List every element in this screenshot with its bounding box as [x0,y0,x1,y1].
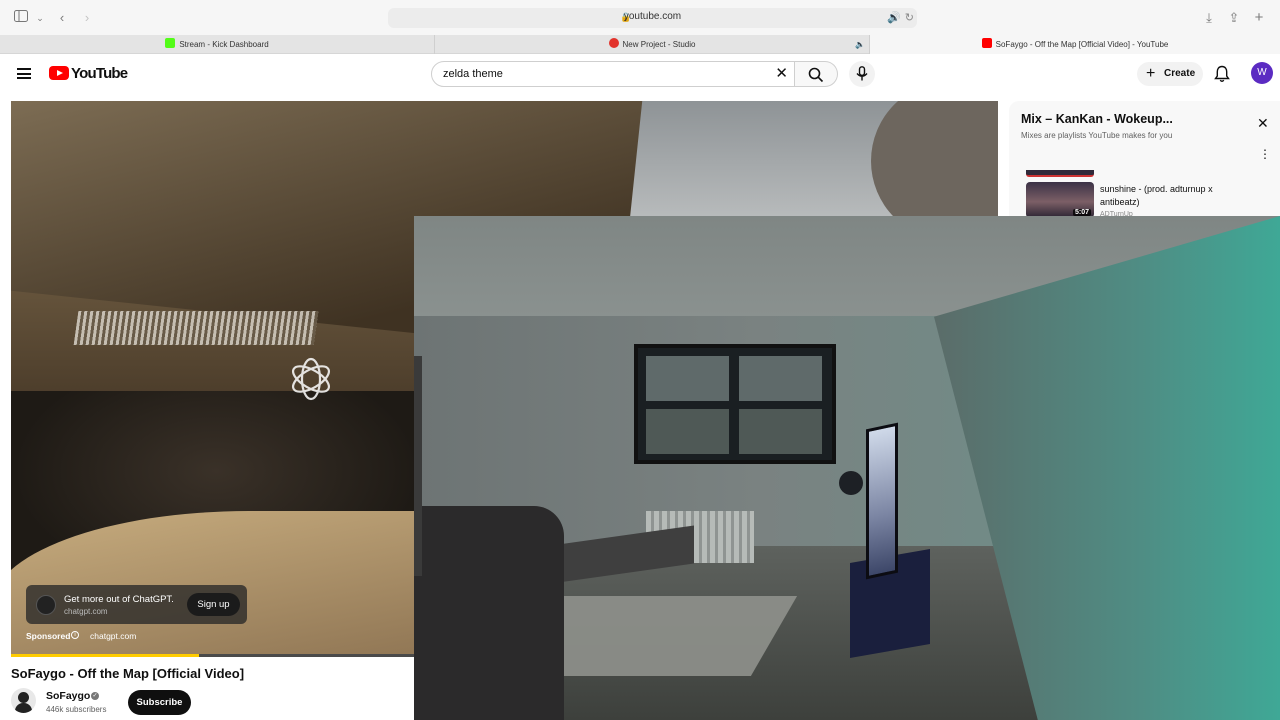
verified-icon: ✓ [91,692,99,700]
browser-toolbar: ⌄ ‹ › 🔒 youtube.com 🔊 ↻ ⤓ ⇪ + [0,0,1280,35]
video-title: SoFaygo - Off the Map [Official Video] [11,666,245,681]
youtube-header: YouTube zelda theme ✕ + Create W [0,54,1280,94]
duration-badge: 5:07 [1072,209,1091,216]
cam-left-edge [414,356,422,576]
mix-playlist-panel: Mix – KanKan - Wokeup... Mixes are playl… [1009,101,1280,218]
voice-search-button[interactable] [849,61,875,87]
mix-subtitle: Mixes are playlists YouTube makes for yo… [1021,131,1173,140]
ad-overlay[interactable]: Get more out of ChatGPT. chatgpt.com Sig… [26,585,247,624]
back-icon[interactable]: ‹ [53,9,71,27]
webcam-overlay [414,216,1280,720]
address-bar[interactable]: 🔒 youtube.com 🔊 ↻ [388,8,917,28]
notifications-bell-icon[interactable] [1214,65,1232,83]
clear-icon[interactable]: ✕ [775,65,788,83]
more-vertical-icon[interactable]: ⋮ [1259,147,1271,161]
cam-sofa [414,506,564,720]
tab-youtube[interactable]: SoFaygo - Off the Map [Official Video] -… [870,35,1280,54]
mix-item-title[interactable]: sunshine - (prod. adturnup x antibeatz) [1100,183,1240,209]
youtube-icon [981,38,992,48]
cam-fan [839,471,863,495]
ad-domain: chatgpt.com [64,607,108,616]
speaker-icon[interactable]: 🔊 [887,11,901,24]
search-value: zelda theme [443,68,503,80]
video-grille [73,311,319,345]
chatgpt-logo-icon [292,357,330,401]
tab-label: New Project - Studio [622,40,696,49]
kick-icon [165,38,176,48]
subscribe-button[interactable]: Subscribe [128,690,191,715]
info-icon[interactable]: i [71,631,79,639]
download-icon[interactable]: ⤓ [1200,9,1218,27]
studio-icon [608,38,619,48]
search-icon [808,67,824,83]
tab-label: SoFaygo - Off the Map [Official Video] -… [995,40,1169,49]
tab-studio[interactable]: New Project - Studio 🔈 [435,35,870,54]
mute-icon[interactable]: 🔈 [855,35,865,54]
ad-brand-icon [36,595,56,615]
search-input[interactable]: zelda theme ✕ [431,61,795,87]
plus-icon: + [1146,65,1156,82]
create-label: Create [1164,68,1196,79]
create-button[interactable]: + Create [1137,62,1203,86]
search-button[interactable] [795,61,838,87]
sponsored-domain[interactable]: chatgpt.com [90,631,136,641]
youtube-logo-text[interactable]: YouTube [71,65,128,82]
mix-item-thumbnail[interactable]: 5:07 [1026,182,1094,218]
chevron-down-icon[interactable]: ⌄ [31,9,49,27]
reload-icon[interactable]: ↻ [905,11,914,24]
previous-item-thumbnail[interactable] [1026,170,1094,177]
tab-kick[interactable]: Stream - Kick Dashboard [0,35,435,54]
forward-icon[interactable]: › [78,9,96,27]
share-icon[interactable]: ⇪ [1225,9,1243,27]
subscriber-count: 446k subscribers [46,705,107,714]
ad-progress-fill [11,654,199,657]
tab-label: Stream - Kick Dashboard [179,40,269,49]
sidebar-toggle-icon[interactable] [12,9,30,27]
close-icon[interactable]: ✕ [1257,116,1269,130]
account-avatar[interactable]: W [1251,62,1273,84]
menu-icon[interactable] [17,68,31,79]
cam-tv [866,422,898,580]
mic-icon [856,66,868,81]
channel-name[interactable]: SoFaygo [46,690,90,702]
youtube-logo-icon[interactable] [49,66,69,80]
sponsored-label: Sponsored [26,631,71,641]
ad-signup-button[interactable]: Sign up [187,593,240,616]
new-tab-icon[interactable]: + [1250,9,1268,27]
mix-title[interactable]: Mix – KanKan - Wokeup... [1021,112,1173,126]
ad-title: Get more out of ChatGPT. [64,594,174,605]
cam-window [634,344,836,464]
channel-avatar[interactable] [11,688,36,713]
url-text: youtube.com [623,11,682,22]
tab-strip: Stream - Kick Dashboard New Project - St… [0,35,1280,54]
